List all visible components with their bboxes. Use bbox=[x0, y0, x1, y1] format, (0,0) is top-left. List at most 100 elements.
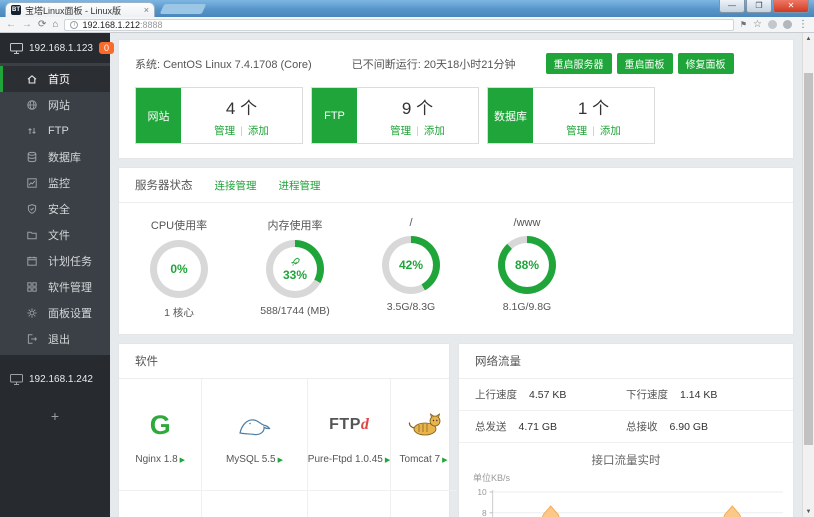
scrollbar-thumb[interactable] bbox=[804, 73, 813, 445]
close-button[interactable]: ✕ bbox=[773, 0, 809, 13]
browser-titlebar: BT 宝塔Linux面板 - Linux版 × — ❐ ✕ bbox=[0, 0, 814, 17]
software-item-phpmyadmin[interactable]: phpMyAdmin 4.7▶ bbox=[119, 491, 202, 517]
connection-manage-link[interactable]: 连接管理 bbox=[215, 178, 257, 193]
restart-server-button[interactable]: 重启服务器 bbox=[546, 53, 612, 74]
sidebar-item-database[interactable]: 数据库 bbox=[0, 144, 110, 170]
browser-menu-icon[interactable]: ⋮ bbox=[798, 20, 808, 30]
svg-text:8: 8 bbox=[482, 508, 487, 517]
bookmark-star-icon[interactable]: ☆ bbox=[753, 20, 762, 30]
new-tab-button[interactable] bbox=[160, 4, 207, 14]
www-disk-ring: 88% bbox=[498, 236, 556, 294]
scroll-down-icon[interactable]: ▼ bbox=[803, 506, 814, 517]
repair-panel-button[interactable]: 修复面板 bbox=[678, 53, 734, 74]
page-info-icon[interactable]: i bbox=[70, 21, 78, 29]
scrollbar[interactable]: ▲ ▼ bbox=[802, 33, 814, 517]
home-icon[interactable]: ⌂ bbox=[52, 20, 58, 30]
sidebar-item-monitor[interactable]: 监控 bbox=[0, 170, 110, 196]
database-manage-link[interactable]: 管理 bbox=[566, 125, 587, 137]
sidebar-item-label: 计划任务 bbox=[48, 253, 92, 269]
forward-icon[interactable]: → bbox=[22, 20, 32, 30]
sidebar-item-home[interactable]: 首页 bbox=[0, 66, 110, 92]
software-item-pureftpd[interactable]: FTPd Pure-Ftpd 1.0.45▶ bbox=[308, 379, 392, 491]
reload-icon[interactable]: ⟳ bbox=[38, 20, 46, 30]
software-item-ftp-storage[interactable]: FTP FTP存储空间 1.6▶ bbox=[308, 491, 392, 517]
minimize-button[interactable]: — bbox=[719, 0, 745, 13]
tab-title: 宝塔Linux面板 - Linux版 bbox=[25, 4, 140, 17]
sidebar-item-app-manager[interactable]: 软件管理 bbox=[0, 274, 110, 300]
sidebar-item-label: 面板设置 bbox=[48, 305, 92, 321]
folder-icon bbox=[26, 229, 38, 241]
sidebar-item-security[interactable]: 安全 bbox=[0, 196, 110, 222]
upload-speed-value: 4.57 KB bbox=[529, 389, 566, 401]
extension-icon-2[interactable] bbox=[783, 20, 792, 29]
database-icon bbox=[26, 151, 38, 163]
site-count: 4 个 bbox=[226, 94, 257, 119]
sidebar-item-panel-settings[interactable]: 面板设置 bbox=[0, 300, 110, 326]
sidebar-item-logout[interactable]: 退出 bbox=[0, 326, 110, 352]
plugin-icon[interactable]: ⚑ bbox=[740, 21, 747, 29]
sidebar-item-ftp[interactable]: FTP bbox=[0, 118, 110, 144]
extension-icon[interactable] bbox=[768, 20, 777, 29]
nginx-icon: G bbox=[150, 410, 171, 441]
sidebar-item-cron[interactable]: 计划任务 bbox=[0, 248, 110, 274]
software-item-tomcat[interactable]: Tomcat 7▶ bbox=[391, 379, 455, 491]
ftp-card: FTP 9 个 管理|添加 bbox=[311, 87, 479, 144]
root-disk-ring: 42% bbox=[382, 236, 440, 294]
database-add-link[interactable]: 添加 bbox=[600, 125, 621, 137]
sidebar-item-label: 首页 bbox=[48, 71, 70, 87]
restart-panel-button[interactable]: 重启面板 bbox=[617, 53, 673, 74]
software-item-deploy-code[interactable]: </> 宝塔一键部署源码 1.0▶ bbox=[202, 491, 307, 517]
sidebar-item-files[interactable]: 文件 bbox=[0, 222, 110, 248]
site-card-tag: 网站 bbox=[136, 88, 181, 143]
sidebar-item-label: 数据库 bbox=[48, 149, 81, 165]
total-received-value: 6.90 GB bbox=[670, 421, 709, 433]
software-item-mysql[interactable]: MySQL 5.5▶ bbox=[202, 379, 307, 491]
running-play-icon: ▶ bbox=[385, 457, 390, 464]
running-play-icon: ▶ bbox=[180, 457, 185, 464]
main-content: 系统: CentOS Linux 7.4.1708 (Core) 已不间断运行:… bbox=[110, 33, 802, 517]
running-play-icon: ▶ bbox=[278, 457, 283, 464]
memory-ring[interactable]: 33% bbox=[266, 240, 324, 298]
total-sent-value: 4.71 GB bbox=[519, 421, 558, 433]
software-item-nginx[interactable]: G Nginx 1.8▶ bbox=[119, 379, 202, 491]
download-speed-value: 1.14 KB bbox=[680, 389, 717, 401]
cpu-gauge: CPU使用率 0% 1 核心 bbox=[121, 213, 237, 320]
tab-close-icon[interactable]: × bbox=[144, 6, 149, 15]
database-count: 1 个 bbox=[578, 94, 609, 119]
display-icon bbox=[10, 374, 23, 385]
sidebar-menu: 首页 网站 FTP 数据库 监控 bbox=[0, 63, 110, 355]
rocket-icon bbox=[290, 257, 301, 268]
maximize-button[interactable]: ❐ bbox=[746, 0, 772, 13]
browser-tab[interactable]: BT 宝塔Linux面板 - Linux版 × bbox=[5, 2, 155, 17]
sidebar-item-label: 退出 bbox=[48, 331, 70, 347]
software-item-beta[interactable]: 申请内测 1.2▶ bbox=[391, 491, 455, 517]
scroll-up-icon[interactable]: ▲ bbox=[803, 33, 814, 45]
site-add-link[interactable]: 添加 bbox=[248, 125, 269, 137]
site-card: 网站 4 个 管理|添加 bbox=[135, 87, 303, 144]
other-server-row[interactable]: 192.168.1.242 bbox=[0, 364, 110, 394]
back-icon[interactable]: ← bbox=[6, 20, 16, 30]
process-manage-link[interactable]: 进程管理 bbox=[279, 178, 321, 193]
current-server-row[interactable]: 192.168.1.123 0 bbox=[0, 33, 110, 63]
globe-icon bbox=[26, 99, 38, 111]
sidebar-item-website[interactable]: 网站 bbox=[0, 92, 110, 118]
add-server-button[interactable]: + bbox=[0, 408, 110, 424]
sidebar: 192.168.1.123 0 首页 网站 FTP 数据库 bbox=[0, 33, 110, 517]
display-icon bbox=[10, 43, 23, 54]
ftp-manage-link[interactable]: 管理 bbox=[390, 125, 411, 137]
current-server-ip: 192.168.1.123 bbox=[29, 43, 93, 54]
bt-favicon-icon: BT bbox=[11, 5, 21, 15]
svg-text:10: 10 bbox=[477, 487, 487, 497]
url-bar[interactable]: i 192.168.1.212:8888 bbox=[64, 19, 733, 31]
site-manage-link[interactable]: 管理 bbox=[214, 125, 235, 137]
gear-icon bbox=[26, 307, 38, 319]
network-title: 网络流量 bbox=[475, 353, 521, 369]
network-panel: 网络流量 上行速度4.57 KB 下行速度1.14 KB 总发送4.71 GB … bbox=[458, 343, 794, 517]
sidebar-item-label: FTP bbox=[48, 125, 69, 137]
pureftpd-icon: FTPd bbox=[329, 404, 369, 446]
ftp-add-link[interactable]: 添加 bbox=[424, 125, 445, 137]
root-disk-gauge: / 42% 3.5G/8.3G bbox=[353, 213, 469, 320]
calendar-icon bbox=[26, 255, 38, 267]
software-title: 软件 bbox=[135, 353, 158, 369]
system-info: 系统: CentOS Linux 7.4.1708 (Core) bbox=[135, 56, 312, 72]
